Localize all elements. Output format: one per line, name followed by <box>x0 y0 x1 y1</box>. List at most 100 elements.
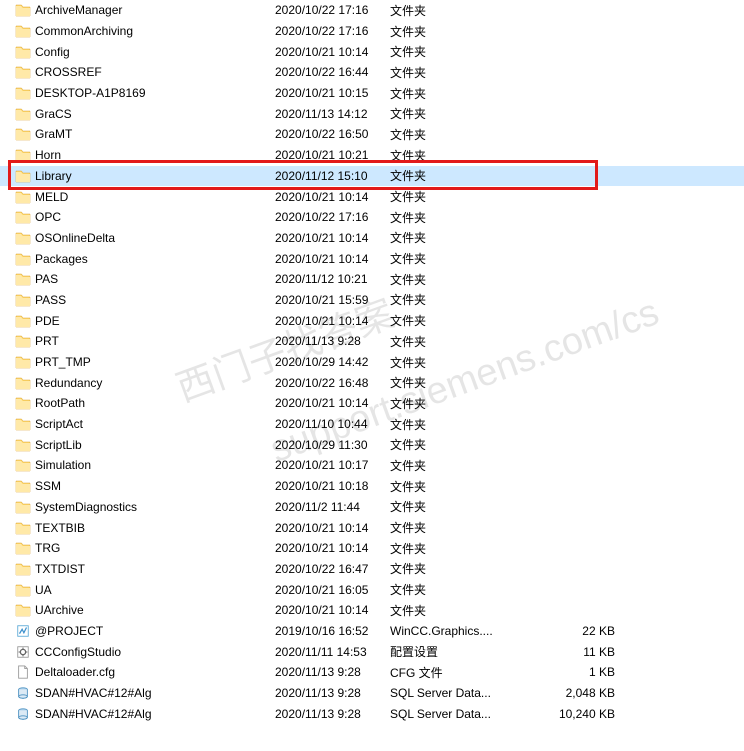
file-row[interactable]: OSOnlineDelta2020/10/21 10:14文件夹 <box>0 228 744 249</box>
file-row[interactable]: CCConfigStudio2020/11/11 14:53配置设置11 KB <box>0 641 744 662</box>
file-name: MELD <box>35 190 275 204</box>
file-row[interactable]: GraMT2020/10/22 16:50文件夹 <box>0 124 744 145</box>
file-date: 2020/10/29 11:30 <box>275 438 390 452</box>
file-name: RootPath <box>35 396 275 410</box>
file-name: DESKTOP-A1P8169 <box>35 86 275 100</box>
file-type: 文件夹 <box>390 105 530 122</box>
file-type: 文件夹 <box>390 43 530 60</box>
file-date: 2020/10/21 10:14 <box>275 231 390 245</box>
folder-icon <box>15 562 35 576</box>
folder-icon <box>15 334 35 348</box>
file-date: 2020/10/22 17:16 <box>275 210 390 224</box>
folder-icon <box>15 190 35 204</box>
file-row[interactable]: ArchiveManager2020/10/22 17:16文件夹 <box>0 0 744 21</box>
file-row[interactable]: Library2020/11/12 15:10文件夹 <box>0 166 744 187</box>
file-date: 2020/10/21 10:14 <box>275 521 390 535</box>
file-type: 文件夹 <box>390 560 530 577</box>
file-type: WinCC.Graphics.... <box>390 624 530 638</box>
folder-icon <box>15 500 35 514</box>
file-type: 文件夹 <box>390 457 530 474</box>
file-name: CCConfigStudio <box>35 645 275 659</box>
file-row[interactable]: GraCS2020/11/13 14:12文件夹 <box>0 103 744 124</box>
file-date: 2020/10/22 16:50 <box>275 127 390 141</box>
file-row[interactable]: PRT_TMP2020/10/29 14:42文件夹 <box>0 352 744 373</box>
file-date: 2020/11/12 10:21 <box>275 272 390 286</box>
file-row[interactable]: TEXTBIB2020/10/21 10:14文件夹 <box>0 517 744 538</box>
file-date: 2020/10/21 10:21 <box>275 148 390 162</box>
folder-icon <box>15 272 35 286</box>
file-row[interactable]: SDAN#HVAC#12#Alg2020/11/13 9:28SQL Serve… <box>0 703 744 724</box>
file-name: SystemDiagnostics <box>35 500 275 514</box>
file-row[interactable]: SDAN#HVAC#12#Alg2020/11/13 9:28SQL Serve… <box>0 683 744 704</box>
folder-icon <box>15 86 35 100</box>
file-type: 文件夹 <box>390 167 530 184</box>
file-row[interactable]: TXTDIST2020/10/22 16:47文件夹 <box>0 559 744 580</box>
file-date: 2020/11/13 9:28 <box>275 334 390 348</box>
file-type: 文件夹 <box>390 23 530 40</box>
file-row[interactable]: UA2020/10/21 16:05文件夹 <box>0 579 744 600</box>
file-size: 2,048 KB <box>530 686 615 700</box>
folder-icon <box>15 376 35 390</box>
file-row[interactable]: PAS2020/11/12 10:21文件夹 <box>0 269 744 290</box>
file-row[interactable]: UArchive2020/10/21 10:14文件夹 <box>0 600 744 621</box>
file-row[interactable]: Horn2020/10/21 10:21文件夹 <box>0 145 744 166</box>
file-name: GraCS <box>35 107 275 121</box>
file-row[interactable]: MELD2020/10/21 10:14文件夹 <box>0 186 744 207</box>
file-row[interactable]: CommonArchiving2020/10/22 17:16文件夹 <box>0 21 744 42</box>
file-name: ArchiveManager <box>35 3 275 17</box>
file-name: PASS <box>35 293 275 307</box>
file-date: 2020/11/13 9:28 <box>275 665 390 679</box>
file-row[interactable]: TRG2020/10/21 10:14文件夹 <box>0 538 744 559</box>
file-row[interactable]: Deltaloader.cfg2020/11/13 9:28CFG 文件1 KB <box>0 662 744 683</box>
file-type: 文件夹 <box>390 312 530 329</box>
file-row[interactable]: SSM2020/10/21 10:18文件夹 <box>0 476 744 497</box>
file-name: ScriptAct <box>35 417 275 431</box>
file-type: 文件夹 <box>390 126 530 143</box>
file-type: 文件夹 <box>390 188 530 205</box>
file-type: 文件夹 <box>390 540 530 557</box>
file-row[interactable]: ScriptLib2020/10/29 11:30文件夹 <box>0 434 744 455</box>
file-date: 2020/10/21 16:05 <box>275 583 390 597</box>
file-row[interactable]: Simulation2020/10/21 10:17文件夹 <box>0 455 744 476</box>
file-row[interactable]: OPC2020/10/22 17:16文件夹 <box>0 207 744 228</box>
db-icon <box>15 707 35 721</box>
file-type: CFG 文件 <box>390 664 530 681</box>
file-date: 2020/10/29 14:42 <box>275 355 390 369</box>
file-type: SQL Server Data... <box>390 686 530 700</box>
file-row[interactable]: PRT2020/11/13 9:28文件夹 <box>0 331 744 352</box>
file-row[interactable]: @PROJECT2019/10/16 16:52WinCC.Graphics..… <box>0 621 744 642</box>
file-name: PRT_TMP <box>35 355 275 369</box>
cfg-icon <box>15 665 35 679</box>
file-date: 2020/10/22 16:47 <box>275 562 390 576</box>
file-name: PAS <box>35 272 275 286</box>
file-row[interactable]: ScriptAct2020/11/10 10:44文件夹 <box>0 414 744 435</box>
file-row[interactable]: SystemDiagnostics2020/11/2 11:44文件夹 <box>0 497 744 518</box>
file-date: 2020/10/21 15:59 <box>275 293 390 307</box>
file-row[interactable]: PASS2020/10/21 15:59文件夹 <box>0 290 744 311</box>
file-date: 2020/11/13 9:28 <box>275 707 390 721</box>
file-type: 文件夹 <box>390 85 530 102</box>
file-row[interactable]: PDE2020/10/21 10:14文件夹 <box>0 310 744 331</box>
file-date: 2020/11/11 14:53 <box>275 645 390 659</box>
file-row[interactable]: CROSSREF2020/10/22 16:44文件夹 <box>0 62 744 83</box>
file-name: PRT <box>35 334 275 348</box>
file-date: 2020/10/22 16:48 <box>275 376 390 390</box>
file-date: 2020/11/12 15:10 <box>275 169 390 183</box>
file-name: SDAN#HVAC#12#Alg <box>35 707 275 721</box>
file-row[interactable]: Redundancy2020/10/22 16:48文件夹 <box>0 372 744 393</box>
file-type: 文件夹 <box>390 209 530 226</box>
file-type: 文件夹 <box>390 498 530 515</box>
file-name: OSOnlineDelta <box>35 231 275 245</box>
file-row[interactable]: Packages2020/10/21 10:14文件夹 <box>0 248 744 269</box>
file-row[interactable]: Config2020/10/21 10:14文件夹 <box>0 41 744 62</box>
file-row[interactable]: RootPath2020/10/21 10:14文件夹 <box>0 393 744 414</box>
folder-icon <box>15 24 35 38</box>
folder-icon <box>15 355 35 369</box>
config-icon <box>15 645 35 659</box>
folder-icon <box>15 521 35 535</box>
file-date: 2020/10/21 10:18 <box>275 479 390 493</box>
file-row[interactable]: DESKTOP-A1P81692020/10/21 10:15文件夹 <box>0 83 744 104</box>
folder-icon <box>15 107 35 121</box>
file-type: 文件夹 <box>390 354 530 371</box>
file-type: 文件夹 <box>390 416 530 433</box>
